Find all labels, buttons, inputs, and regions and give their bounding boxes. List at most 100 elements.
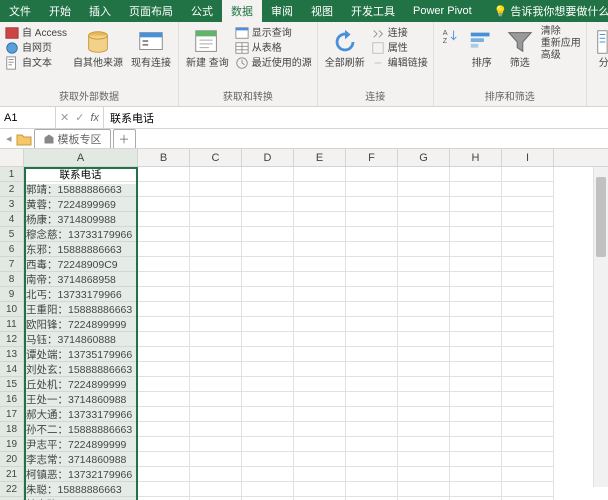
- cell[interactable]: [294, 167, 346, 182]
- cell[interactable]: [398, 287, 450, 302]
- cell[interactable]: [242, 392, 294, 407]
- cell[interactable]: 东邪：15888886663: [24, 242, 138, 257]
- ribbon-tab-5[interactable]: 数据: [222, 0, 262, 22]
- cell[interactable]: [138, 197, 190, 212]
- cell[interactable]: [294, 317, 346, 332]
- cell[interactable]: [346, 362, 398, 377]
- cell[interactable]: [346, 422, 398, 437]
- cell[interactable]: [242, 452, 294, 467]
- cell[interactable]: [450, 422, 502, 437]
- row-header[interactable]: 10: [0, 302, 24, 317]
- cell[interactable]: [346, 407, 398, 422]
- row-header[interactable]: 12: [0, 332, 24, 347]
- cell[interactable]: [346, 392, 398, 407]
- cell[interactable]: [242, 212, 294, 227]
- cell[interactable]: 孙不二：15888886663: [24, 422, 138, 437]
- cell[interactable]: [450, 212, 502, 227]
- sheet-tab-add[interactable]: ＋: [113, 129, 136, 148]
- cell[interactable]: [502, 362, 554, 377]
- cell[interactable]: [294, 242, 346, 257]
- text-to-columns-button[interactable]: 分列: [592, 26, 608, 70]
- cell[interactable]: [346, 272, 398, 287]
- cell[interactable]: [138, 437, 190, 452]
- cell[interactable]: [502, 197, 554, 212]
- cell[interactable]: [450, 242, 502, 257]
- col-header[interactable]: G: [398, 149, 450, 166]
- cell[interactable]: [242, 287, 294, 302]
- ribbon-tab-2[interactable]: 插入: [80, 0, 120, 22]
- row-header[interactable]: 16: [0, 392, 24, 407]
- row-header[interactable]: 18: [0, 422, 24, 437]
- cell[interactable]: [138, 452, 190, 467]
- from-text-button[interactable]: 自文本: [5, 56, 67, 70]
- ribbon-tab-8[interactable]: 开发工具: [342, 0, 404, 22]
- cell[interactable]: [242, 197, 294, 212]
- col-header[interactable]: B: [138, 149, 190, 166]
- cell[interactable]: [346, 167, 398, 182]
- row-header[interactable]: 14: [0, 362, 24, 377]
- col-header[interactable]: E: [294, 149, 346, 166]
- cell[interactable]: [242, 362, 294, 377]
- clear-filter-button[interactable]: 清除: [541, 26, 581, 37]
- cell[interactable]: [502, 212, 554, 227]
- cells-area[interactable]: 联系电话郭靖：15888886663黄蓉：7224899969杨康：371480…: [24, 167, 608, 500]
- col-header[interactable]: F: [346, 149, 398, 166]
- cell[interactable]: [242, 377, 294, 392]
- from-access-button[interactable]: 自 Access: [5, 26, 67, 40]
- cell[interactable]: [398, 347, 450, 362]
- cell[interactable]: [502, 392, 554, 407]
- cell[interactable]: [190, 347, 242, 362]
- cell[interactable]: [294, 452, 346, 467]
- cell[interactable]: [502, 437, 554, 452]
- cell[interactable]: [346, 257, 398, 272]
- ribbon-tab-3[interactable]: 页面布局: [120, 0, 182, 22]
- cell[interactable]: [450, 227, 502, 242]
- cell[interactable]: [398, 377, 450, 392]
- cell[interactable]: [294, 437, 346, 452]
- cell[interactable]: [190, 452, 242, 467]
- row-header[interactable]: 6: [0, 242, 24, 257]
- cell[interactable]: [242, 347, 294, 362]
- edit-links-button[interactable]: 编辑链接: [371, 56, 428, 70]
- cell[interactable]: 刘处玄：15888886663: [24, 362, 138, 377]
- cell[interactable]: [138, 287, 190, 302]
- cell[interactable]: [450, 302, 502, 317]
- cell[interactable]: [398, 212, 450, 227]
- cell[interactable]: [398, 227, 450, 242]
- cell[interactable]: 李志常：3714860988: [24, 452, 138, 467]
- cell[interactable]: [294, 467, 346, 482]
- cell[interactable]: [502, 377, 554, 392]
- filter-button[interactable]: 筛选: [503, 26, 537, 70]
- cell[interactable]: [190, 242, 242, 257]
- cell[interactable]: [138, 407, 190, 422]
- cell[interactable]: [398, 422, 450, 437]
- cell[interactable]: [502, 227, 554, 242]
- cell[interactable]: [502, 452, 554, 467]
- row-header[interactable]: 5: [0, 227, 24, 242]
- from-web-button[interactable]: 自网页: [5, 41, 67, 55]
- cell[interactable]: [138, 167, 190, 182]
- cell[interactable]: [346, 437, 398, 452]
- cell[interactable]: [502, 422, 554, 437]
- cell[interactable]: [502, 257, 554, 272]
- cell[interactable]: [398, 452, 450, 467]
- cell[interactable]: [502, 482, 554, 497]
- cell[interactable]: [450, 332, 502, 347]
- row-header[interactable]: 11: [0, 317, 24, 332]
- cell[interactable]: [450, 167, 502, 182]
- advanced-filter-button[interactable]: 高级: [541, 50, 581, 61]
- cell[interactable]: [138, 317, 190, 332]
- cell[interactable]: [138, 347, 190, 362]
- tell-me-input[interactable]: 💡告诉我你想要做什么: [485, 0, 608, 22]
- row-header[interactable]: 13: [0, 347, 24, 362]
- cell[interactable]: 郝大通：13733179966: [24, 407, 138, 422]
- cell[interactable]: [138, 362, 190, 377]
- col-header[interactable]: I: [502, 149, 554, 166]
- cell[interactable]: [294, 482, 346, 497]
- cell[interactable]: [346, 242, 398, 257]
- cell[interactable]: [190, 182, 242, 197]
- cell[interactable]: [190, 227, 242, 242]
- enter-icon[interactable]: ✓: [75, 111, 84, 124]
- cell[interactable]: [450, 317, 502, 332]
- row-header[interactable]: 1: [0, 167, 24, 182]
